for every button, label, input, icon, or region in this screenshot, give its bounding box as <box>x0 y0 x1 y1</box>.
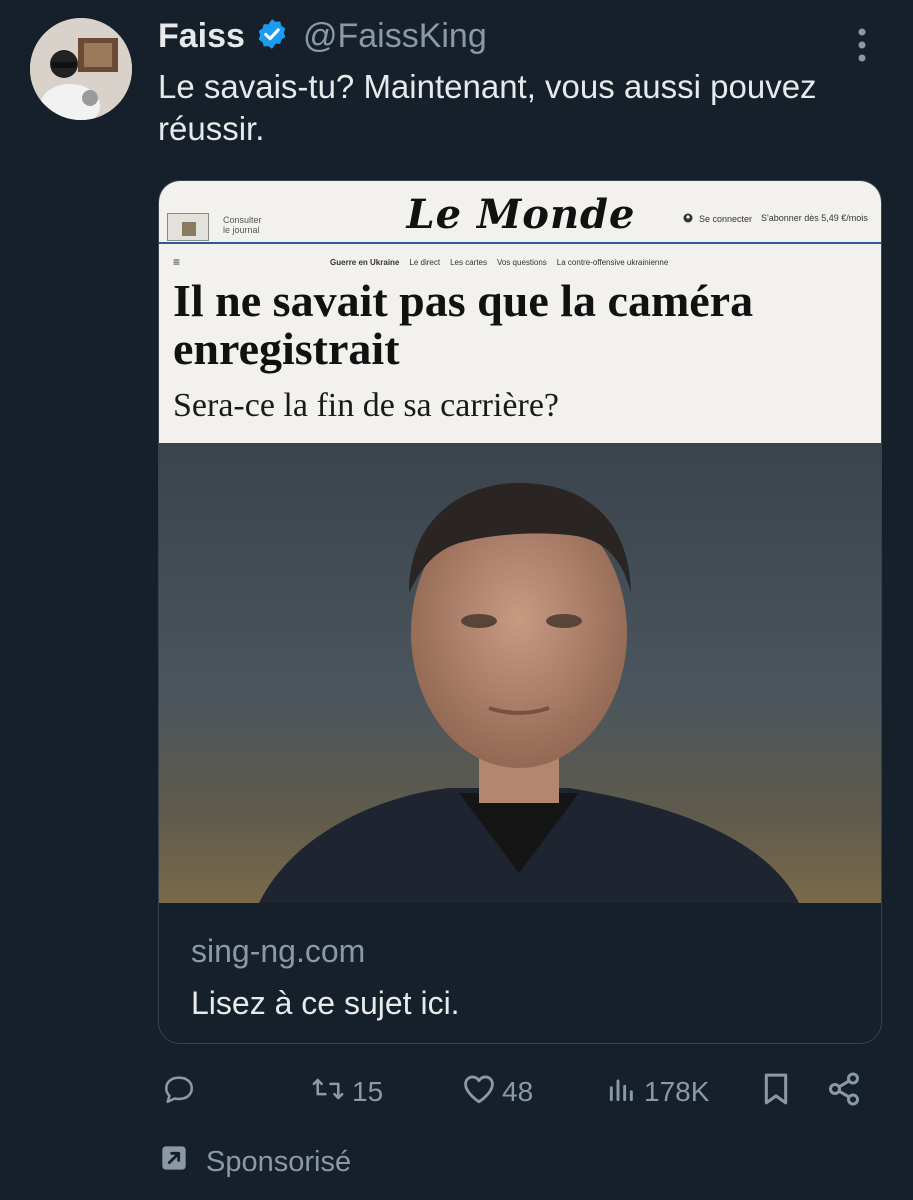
nav-item: Le direct <box>409 257 441 267</box>
author-name[interactable]: Faiss <box>158 17 245 56</box>
consult-label: Consulter le journal <box>223 215 262 235</box>
newspaper-nav: ≡ Guerre en Ukraine Le direct Les cartes… <box>173 255 668 269</box>
retweet-button[interactable]: 15 <box>310 1072 383 1112</box>
connect-label: Se connecter <box>683 213 752 225</box>
sponsored-text: Sponsorisé <box>206 1145 352 1178</box>
portrait-photo <box>159 443 881 903</box>
avatar-photo <box>30 18 132 120</box>
newspaper-subheadline: Sera-ce la fin de sa carrière? <box>173 387 560 424</box>
nav-item: Les cartes <box>450 257 487 267</box>
share-icon <box>826 1071 862 1114</box>
card-footer: sing-ng.com Lisez à ce sujet ici. <box>159 903 881 1043</box>
views-icon <box>606 1073 638 1112</box>
newspaper-thumbnail <box>167 213 209 241</box>
heart-icon <box>462 1073 496 1112</box>
user-icon <box>683 213 693 225</box>
reply-icon <box>162 1072 196 1113</box>
subscribe-label: S'abonner dès 5,49 €/mois <box>761 213 868 223</box>
card-title: Lisez à ce sujet ici. <box>191 985 460 1021</box>
card-domain: sing-ng.com <box>191 933 366 969</box>
author-handle[interactable]: @FaissKing <box>303 17 487 56</box>
views-count: 178K <box>644 1076 710 1107</box>
sponsored-label: Sponsorisé <box>160 1142 351 1182</box>
verified-badge-icon <box>255 17 289 56</box>
bookmark-button[interactable] <box>760 1072 792 1112</box>
like-count: 48 <box>502 1076 534 1107</box>
avatar[interactable] <box>30 18 132 120</box>
like-button[interactable]: 48 <box>462 1072 533 1112</box>
reply-button[interactable] <box>162 1072 196 1112</box>
more-options-icon[interactable] <box>852 24 872 68</box>
link-card[interactable]: Consulter le journal Le Monde Se connect… <box>158 180 882 1044</box>
tweet-text: Le savais-tu? Maintenant, vous aussi pou… <box>158 68 817 147</box>
bookmark-icon <box>760 1071 792 1114</box>
promoted-icon <box>160 1144 188 1180</box>
retweet-icon <box>310 1073 346 1112</box>
views-button[interactable]: 178K <box>606 1072 709 1112</box>
menu-icon: ≡ <box>173 255 181 269</box>
card-image-newspaper: Consulter le journal Le Monde Se connect… <box>159 181 881 443</box>
retweet-count: 15 <box>352 1076 384 1107</box>
tweet-header: Faiss @FaissKing <box>158 14 487 58</box>
nav-item: La contre-offensive ukrainienne <box>556 257 669 267</box>
nav-item: Vos questions <box>496 257 547 267</box>
nav-item: Guerre en Ukraine <box>330 257 400 267</box>
newspaper-logo: Le Monde <box>406 191 636 238</box>
newspaper-headline: Il ne savait pas que la caméra enregistr… <box>173 275 754 374</box>
header-rule <box>159 242 881 244</box>
share-button[interactable] <box>826 1072 862 1112</box>
